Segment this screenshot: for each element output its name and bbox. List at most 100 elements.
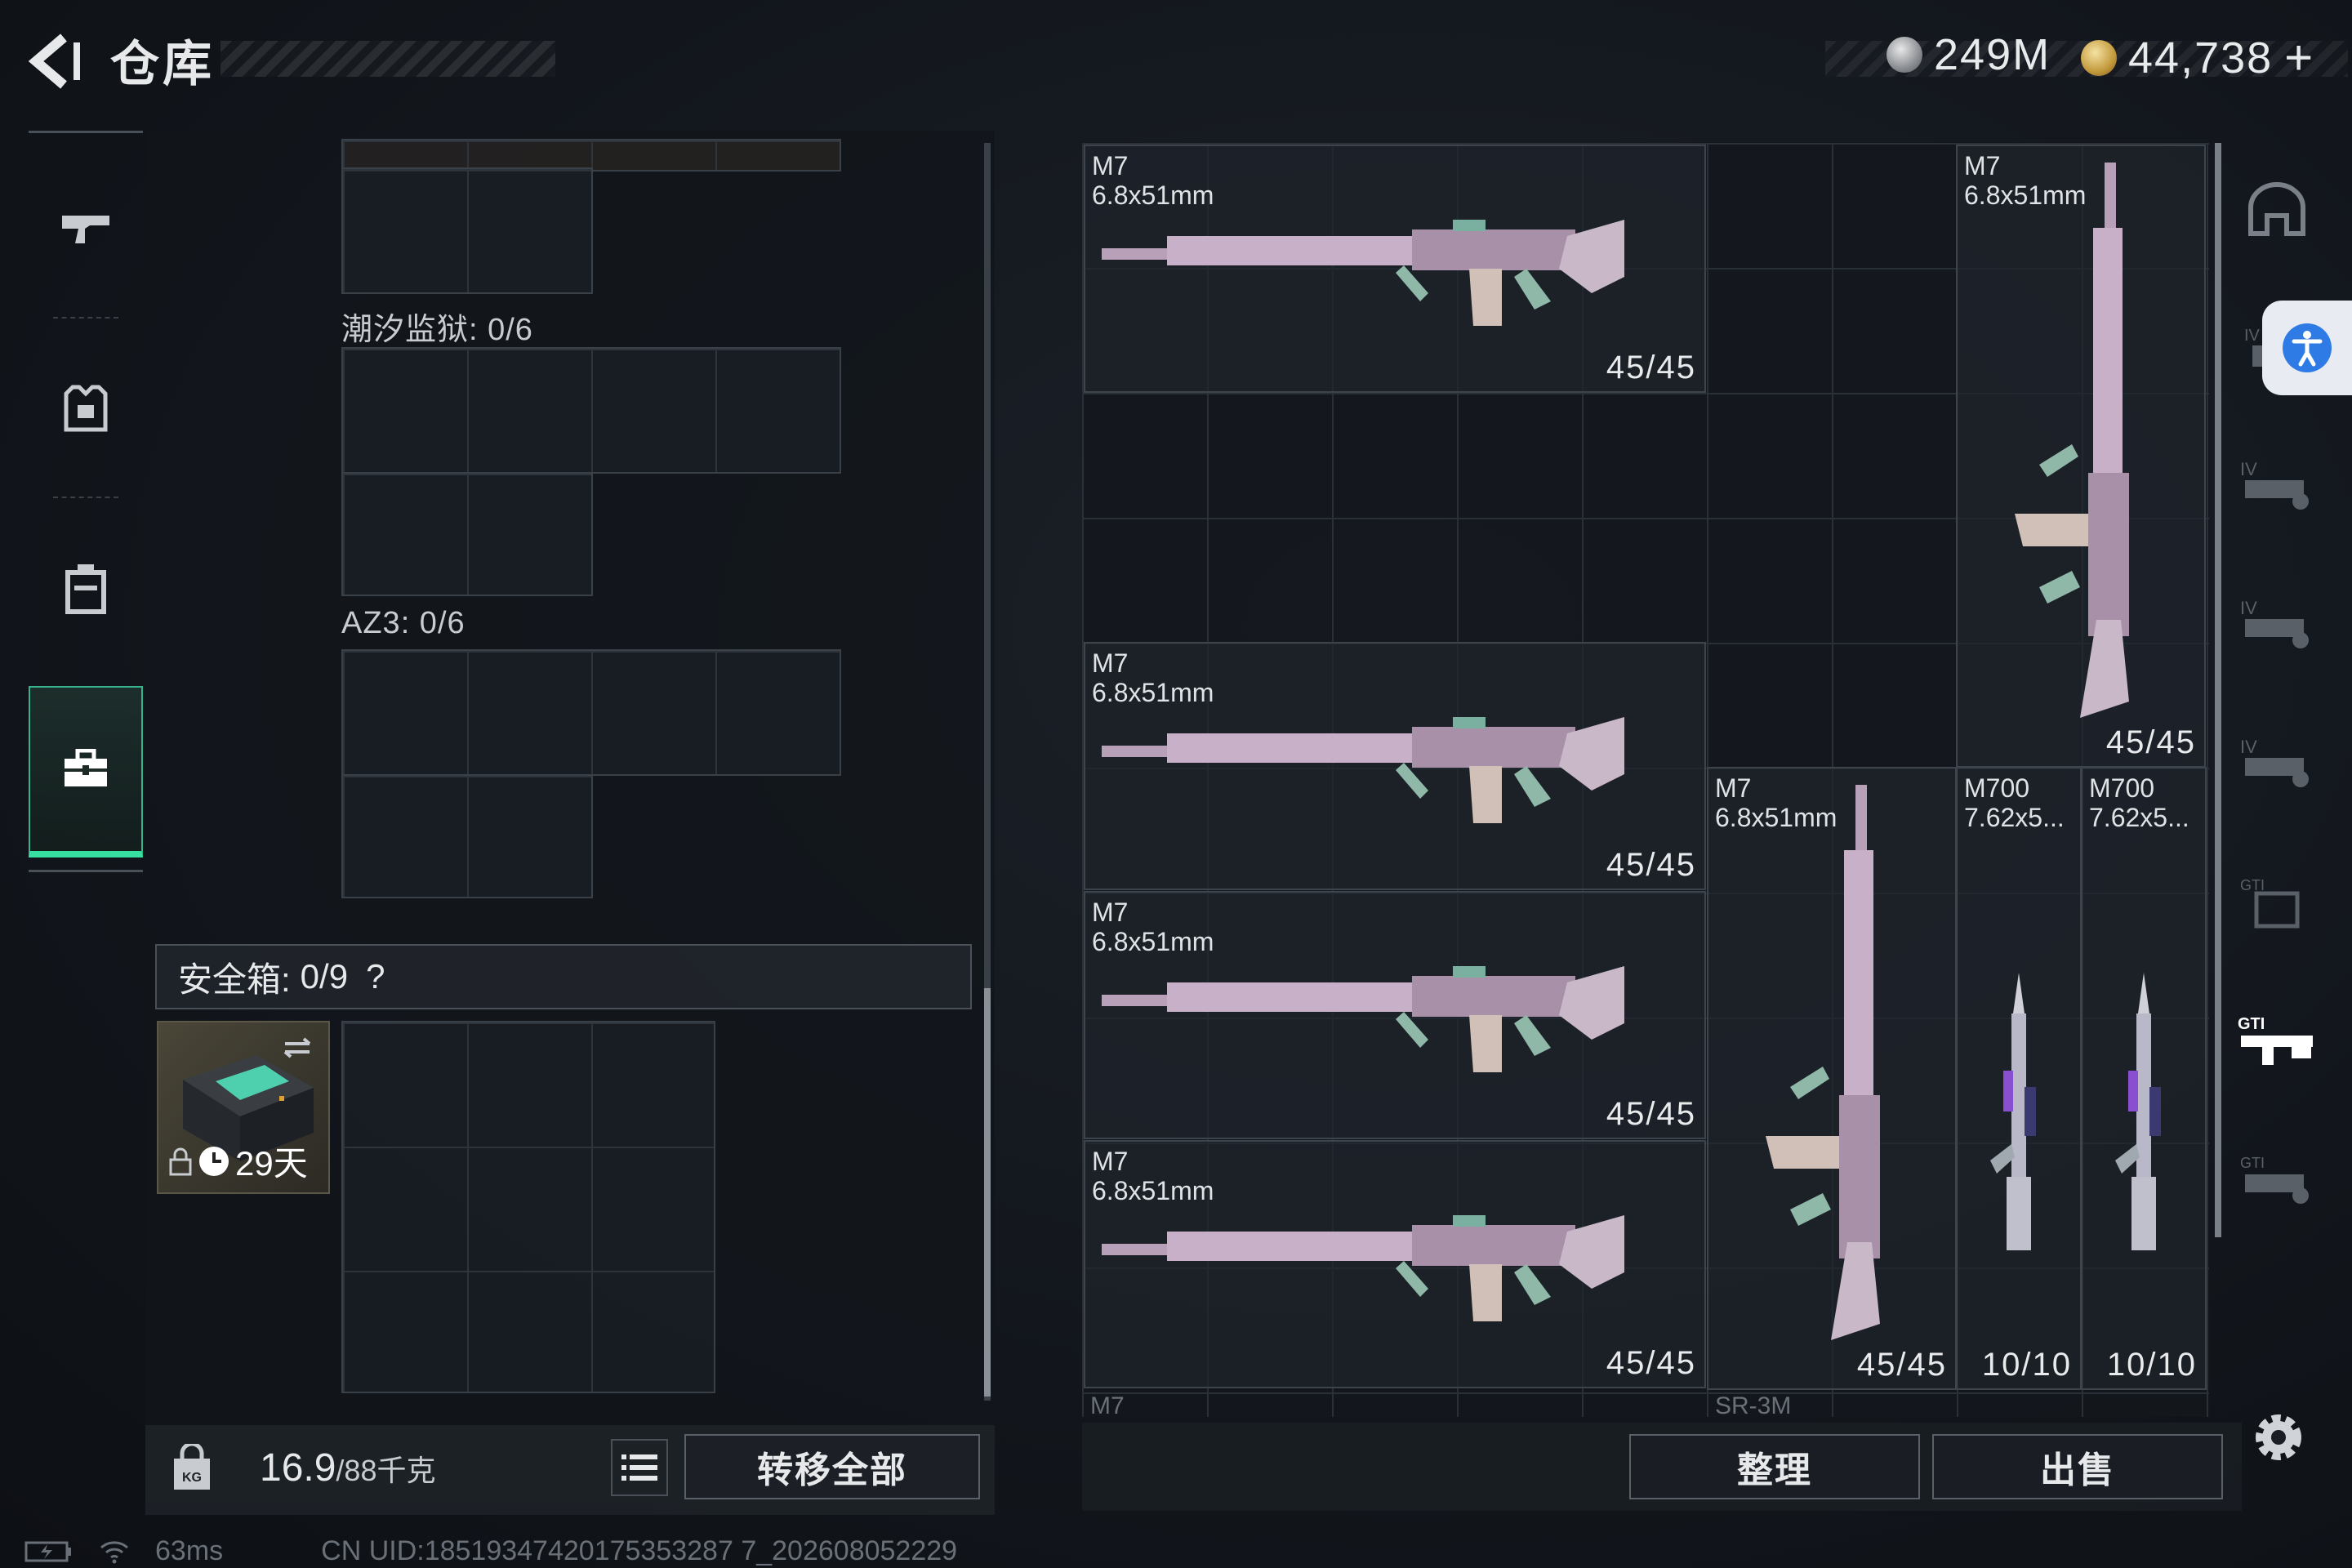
svg-text:KG: KG [182, 1471, 202, 1485]
gti-rifle-icon: GTI [2238, 1015, 2313, 1065]
rig-tier-icon: IV [2240, 598, 2309, 648]
list-view-button[interactable] [611, 1439, 668, 1496]
ping-value: 63ms [155, 1535, 224, 1566]
uid-text: CN UID:18519347420175353287 7_2026080522… [321, 1535, 958, 1566]
silver-currency: 249M [1886, 29, 2051, 80]
back-icon[interactable] [24, 33, 90, 90]
az3-label: AZ3: 0/6 [341, 606, 466, 640]
nav-item-backpack[interactable] [29, 506, 143, 670]
nav-item-weapons[interactable] [29, 147, 143, 310]
filter-rig-iv[interactable]: IV [2230, 694, 2323, 833]
safebox-expiry: 29天 [168, 1136, 308, 1186]
battery-icon [24, 1541, 71, 1561]
list-icon [621, 1454, 657, 1481]
gun-icon [62, 216, 109, 243]
weight-value: 16.9 [260, 1446, 336, 1490]
accessibility-button[interactable] [2262, 301, 2352, 395]
filter-rig-iv[interactable]: IV [2230, 416, 2323, 555]
stash-item-m7[interactable]: M7 6.8x51mm 45/45 [1084, 1140, 1706, 1388]
page-title: 仓库 [110, 37, 215, 91]
stash-item-m7[interactable]: M7 6.8x51mm 45/45 [1084, 642, 1706, 890]
az3-grid[interactable] [341, 774, 593, 898]
filter-rig-iv[interactable]: IV [2230, 555, 2323, 694]
filter-gti-map[interactable]: GTI [2230, 833, 2323, 972]
item-ammo: 10/10 [2106, 1347, 2197, 1383]
sort-button[interactable]: 整理 [1629, 1434, 1920, 1499]
stash-panel: M7 6.8x51mm 45/45 M7 6.8x51mm 45/45 M7 6… [1082, 143, 2209, 1417]
title-stripe [220, 41, 555, 77]
rifle-icon [1102, 717, 1624, 823]
filter-helmet[interactable] [2230, 139, 2323, 278]
tidal-prison-grid[interactable] [341, 472, 593, 596]
left-scrollbar-thumb[interactable] [984, 988, 991, 1396]
transfer-all-button[interactable]: 转移全部 [684, 1434, 980, 1499]
gold-add-button[interactable]: + [2284, 29, 2314, 86]
sniper-icon [1990, 973, 2036, 1250]
tidal-prison-grid[interactable] [341, 347, 841, 474]
item-ammo: 45/45 [1856, 1347, 1947, 1383]
safebox-header: 安全箱: 0/9 ? [155, 944, 972, 1009]
gold-coin-icon [2081, 39, 2117, 76]
filter-gti-rifle[interactable]: GTI [2230, 972, 2323, 1111]
item-ammo: 45/45 [2105, 724, 2196, 760]
next-item-label: M7 [1090, 1392, 1125, 1417]
stash-item-m7-vertical[interactable]: M7 6.8x51mm 45/45 [1956, 145, 2206, 768]
stash-item-m700[interactable]: M700 7.62x5... 10/10 [2081, 767, 2207, 1390]
item-name: M7 6.8x51mm [1092, 898, 1214, 956]
svg-text:GTI: GTI [2240, 877, 2265, 893]
item-ammo: 45/45 [1606, 1096, 1696, 1132]
help-button[interactable]: ? [366, 957, 385, 996]
item-ammo: 45/45 [1606, 350, 1696, 385]
helmet-icon [2247, 182, 2305, 236]
svg-text:IV: IV [2240, 737, 2257, 757]
stash-item-m7-vertical[interactable]: M7 6.8x51mm 45/45 [1707, 767, 1957, 1390]
svg-text:GTI: GTI [2240, 1155, 2265, 1171]
item-name: M700 7.62x5... [2089, 773, 2189, 832]
nav-item-armor[interactable] [29, 327, 143, 490]
gti-map-icon: GTI [2240, 877, 2299, 929]
stash-item-m7[interactable]: M7 6.8x51mm 45/45 [1084, 145, 1706, 393]
status-bar: 63ms CN UID:18519347420175353287 7_20260… [24, 1535, 957, 1567]
stash-scrollbar[interactable] [2215, 143, 2221, 1237]
safebox-count: 0/9 [300, 957, 349, 996]
stash-item-m700[interactable]: M700 7.62x5... 10/10 [1956, 767, 2082, 1390]
nav-bottom-border [29, 870, 143, 872]
gold-amount: 44,738 [2128, 33, 2274, 82]
rifle-icon [1102, 966, 1624, 1072]
safebox-item[interactable]: 29天 [157, 1021, 330, 1194]
backpack-icon [65, 564, 106, 614]
silver-coin-icon [1886, 37, 1922, 73]
item-name: M7 6.8x51mm [1715, 773, 1838, 832]
next-item-label: SR-3M [1715, 1392, 1792, 1417]
item-ammo: 10/10 [1981, 1347, 2072, 1383]
svg-text:IV: IV [2240, 459, 2257, 479]
tidal-prison-label: 潮汐监狱: 0/6 [341, 313, 533, 347]
armor-vest-icon [64, 385, 108, 432]
rifle-icon [1102, 220, 1624, 326]
svg-text:IV: IV [2240, 598, 2257, 618]
rifle-icon [1102, 1215, 1624, 1321]
nav-top-border [29, 131, 143, 133]
svg-text:IV: IV [2244, 327, 2261, 345]
weight-readout: 16.9/88千克 [260, 1446, 435, 1490]
gti-gear-icon: GTI [2240, 1155, 2309, 1204]
az3-grid[interactable] [341, 649, 841, 776]
nav-item-toolbox[interactable] [29, 686, 143, 858]
item-name: M7 6.8x51mm [1092, 151, 1214, 210]
sell-button[interactable]: 出售 [1932, 1434, 2223, 1499]
clock-icon [199, 1146, 229, 1176]
nav-divider [53, 317, 118, 318]
settings-gear-icon[interactable] [2247, 1406, 2310, 1468]
stash-item-m7[interactable]: M7 6.8x51mm 45/45 [1084, 891, 1706, 1139]
item-name: M7 6.8x51mm [1964, 151, 2087, 210]
rig-tier-icon: IV [2240, 459, 2309, 510]
rig-tier-icon: IV [2240, 737, 2309, 787]
item-ammo: 45/45 [1606, 1345, 1696, 1381]
svg-text:GTI: GTI [2238, 1015, 2265, 1033]
safebox-grid[interactable] [341, 1021, 715, 1393]
container-grid-partial [341, 167, 593, 294]
filter-gti-gear[interactable]: GTI [2230, 1111, 2323, 1250]
weight-max: /88千克 [336, 1454, 436, 1487]
wifi-icon [100, 1540, 128, 1563]
silver-amount: 249M [1934, 30, 2051, 79]
